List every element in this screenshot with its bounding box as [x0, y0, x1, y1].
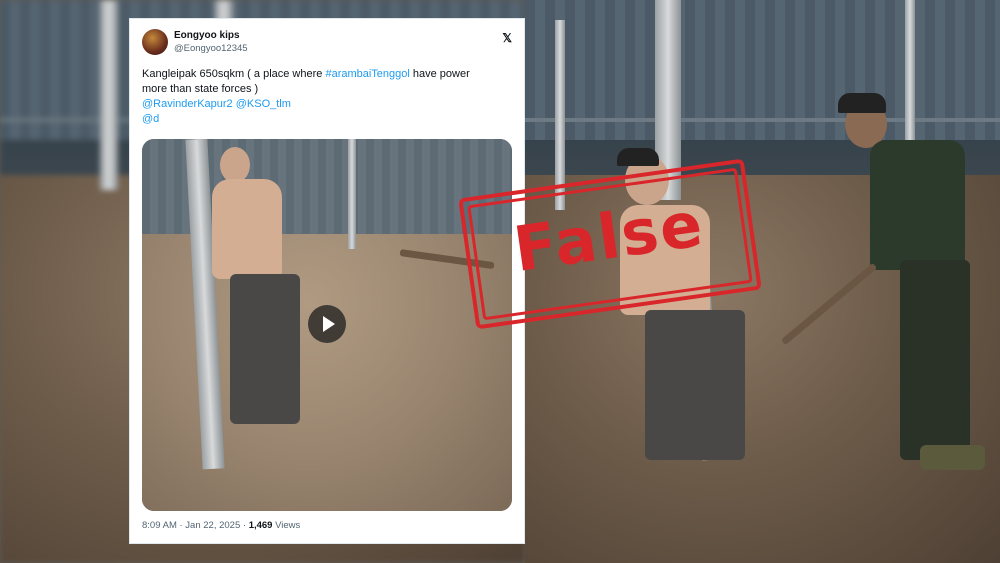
x-logo-icon: 𝕏 [502, 31, 512, 45]
tweet-meta: 8:09 AM · Jan 22, 2025 · 1,469 Views [142, 520, 300, 531]
tweet-text-part: have power [409, 68, 470, 80]
mention-link[interactable]: @RavinderKapur2 [142, 98, 233, 110]
mention-link[interactable]: @d [142, 113, 159, 125]
tweet-timestamp[interactable]: 8:09 AM · Jan 22, 2025 · [142, 520, 249, 531]
hashtag-link[interactable]: #arambaiTenggol [325, 68, 409, 80]
tweet-text: Kangleipak 650sqkm ( a place where #aram… [142, 67, 508, 127]
views-label: Views [272, 520, 301, 531]
play-icon[interactable] [308, 305, 346, 343]
view-count: 1,469 [248, 520, 273, 531]
display-name[interactable]: Eongyoo kips [174, 30, 240, 41]
mention-link[interactable]: @KSO_tlm [236, 98, 291, 110]
tweet-text-line: more than state forces ) [142, 83, 259, 95]
tweet-card[interactable]: Eongyoo kips @Eongyoo12345 𝕏 Kangleipak … [130, 19, 524, 543]
user-handle[interactable]: @Eongyoo12345 [174, 43, 248, 54]
tweet-text-part: Kangleipak 650sqkm ( a place where [142, 68, 326, 80]
tweet-video[interactable] [142, 139, 512, 511]
avatar[interactable] [142, 29, 168, 55]
